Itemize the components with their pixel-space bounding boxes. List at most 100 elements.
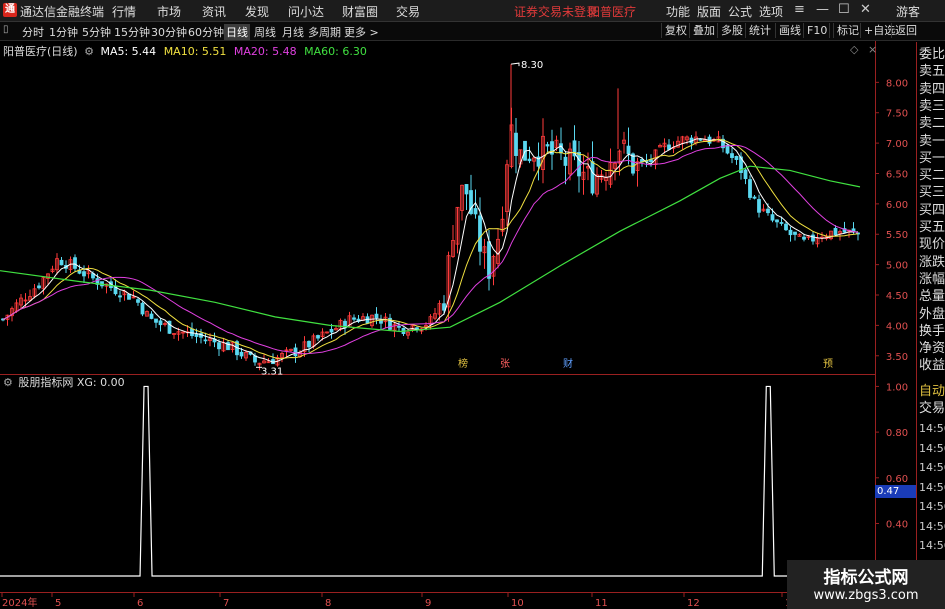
sub-chart-title: 股朋指标网 XG: 0.00	[18, 376, 125, 389]
period-5min[interactable]: 5分钟	[82, 24, 111, 40]
candle-body	[779, 222, 784, 224]
quote-label: 收益	[919, 358, 945, 374]
candle-body	[316, 335, 320, 339]
trade-label[interactable]: 自动	[919, 384, 945, 399]
candle-body	[154, 318, 158, 323]
candle-body	[239, 351, 244, 357]
candle-body	[833, 227, 838, 236]
candle-body	[37, 285, 41, 289]
candle-body	[631, 153, 635, 174]
candle-body	[577, 152, 581, 177]
quote-label: 涨幅	[919, 271, 945, 287]
menu-market[interactable]: 市场	[157, 3, 181, 20]
login-status[interactable]: 证券交易未登录	[514, 3, 598, 20]
candle-body	[73, 257, 77, 269]
menu-ask[interactable]: 问小达	[288, 3, 324, 20]
f10-button[interactable]: F10	[803, 23, 830, 38]
menu-function[interactable]: 功能	[666, 3, 690, 20]
settings-circle-icon[interactable]: ⚙	[84, 45, 94, 58]
candle-body	[149, 313, 154, 319]
period-60min[interactable]: 60分钟	[188, 24, 224, 40]
candle-body	[293, 347, 298, 357]
menu-formula[interactable]: 公式	[728, 3, 752, 20]
chart-area[interactable]: 8.30 3.31 榜 张 财 预 8.00 7.50 7.00 6.50 6.00 5.50 5.0…	[0, 41, 916, 609]
statistics-button[interactable]: 统计	[745, 23, 774, 38]
menu-layout[interactable]: 版面	[697, 3, 721, 20]
period-30min[interactable]: 30分钟	[151, 24, 187, 40]
minimize-icon[interactable]: —	[816, 2, 829, 17]
y-tick-label: 6.00	[886, 200, 908, 211]
close-panel-icon[interactable]: ×	[868, 43, 877, 56]
mark-button[interactable]: 标记	[833, 23, 862, 38]
quote-label: 外盘	[919, 306, 945, 322]
candle-body	[802, 236, 806, 240]
draw-line-button[interactable]: 画线	[775, 23, 804, 38]
app-logo-icon: 通	[3, 3, 17, 17]
menu-news[interactable]: 资讯	[202, 3, 226, 20]
period-toolbar: ▯ 分时 1分钟 5分钟 15分钟 30分钟 60分钟 日线 周线 月线 多周期…	[0, 22, 945, 41]
bottom-axis-line	[0, 592, 916, 593]
quote-label: 现价	[919, 237, 945, 253]
period-more[interactable]: 更多 >	[344, 24, 379, 40]
quote-label: 涨跌	[919, 254, 945, 270]
ma60-line	[0, 165, 861, 333]
menu-bar: 通 通达信金融终端 行情 市场 资讯 发现 问小达 财富圈 交易 证券交易未登录…	[0, 0, 945, 22]
period-15min[interactable]: 15分钟	[114, 24, 150, 40]
x-tick-label: 7	[223, 598, 229, 609]
candle-body	[136, 299, 140, 303]
x-tick-label: 5	[55, 598, 61, 609]
candle-body	[788, 229, 793, 236]
menu-icon[interactable]: ≡	[794, 2, 805, 17]
candle-body	[329, 328, 334, 333]
x-tick-label: 2024年	[2, 596, 37, 609]
candle-body	[698, 138, 703, 141]
maximize-icon[interactable]: ☐	[838, 2, 850, 17]
back-button[interactable]: 返回	[891, 23, 920, 38]
y-tick-label: 7.50	[886, 109, 908, 120]
watermark-title: 指标公式网	[823, 568, 909, 588]
candle-body	[365, 316, 370, 324]
period-daily[interactable]: 日线	[224, 24, 250, 40]
trade-label[interactable]: 交易	[919, 401, 945, 416]
candle-body	[140, 302, 145, 315]
close-icon[interactable]: ✕	[860, 2, 871, 17]
current-value-badge: 0.47	[875, 485, 918, 498]
candle-body	[190, 328, 194, 337]
candle-body	[734, 155, 739, 160]
candle-body	[626, 145, 631, 155]
main-chart-title: 阳普医疗(日线)	[3, 45, 78, 58]
period-timeshare[interactable]: 分时	[22, 24, 44, 40]
adjust-button[interactable]: 复权	[661, 23, 690, 38]
candle-body	[766, 208, 770, 214]
y-tick-label: 5.00	[886, 261, 908, 272]
menu-options[interactable]: 选项	[759, 3, 783, 20]
menu-trade[interactable]: 交易	[396, 3, 420, 20]
candle-body	[793, 231, 797, 235]
menu-discover[interactable]: 发现	[245, 3, 269, 20]
quote-label: 买五	[919, 220, 945, 235]
candle-body	[194, 333, 199, 337]
overlay-button[interactable]: 叠加	[689, 23, 718, 38]
candle-body	[127, 293, 131, 300]
candle-body	[307, 340, 311, 348]
settings-circle-icon[interactable]: ⚙	[3, 376, 13, 389]
candle-body	[752, 196, 757, 199]
collapse-icon[interactable]: ▯	[3, 24, 9, 35]
trade-time: 14:56	[919, 422, 945, 435]
diamond-icon[interactable]: ◇	[850, 43, 858, 56]
candle-body	[158, 320, 163, 326]
menu-wealth[interactable]: 财富圈	[342, 3, 378, 20]
x-tick-label: 11	[595, 598, 608, 609]
period-multi[interactable]: 多周期	[308, 24, 341, 40]
user-name[interactable]: 游客	[896, 3, 920, 20]
candle-body	[352, 317, 356, 320]
ma60-label: MA60: 6.30	[304, 45, 367, 58]
candle-body	[374, 313, 379, 319]
candle-body	[464, 184, 469, 195]
period-1min[interactable]: 1分钟	[49, 24, 78, 40]
multi-stock-button[interactable]: 多股	[717, 23, 746, 38]
ma20-label: MA20: 5.48	[233, 45, 297, 58]
period-monthly[interactable]: 月线	[282, 24, 304, 40]
menu-quotes[interactable]: 行情	[112, 3, 136, 20]
period-weekly[interactable]: 周线	[254, 24, 276, 40]
